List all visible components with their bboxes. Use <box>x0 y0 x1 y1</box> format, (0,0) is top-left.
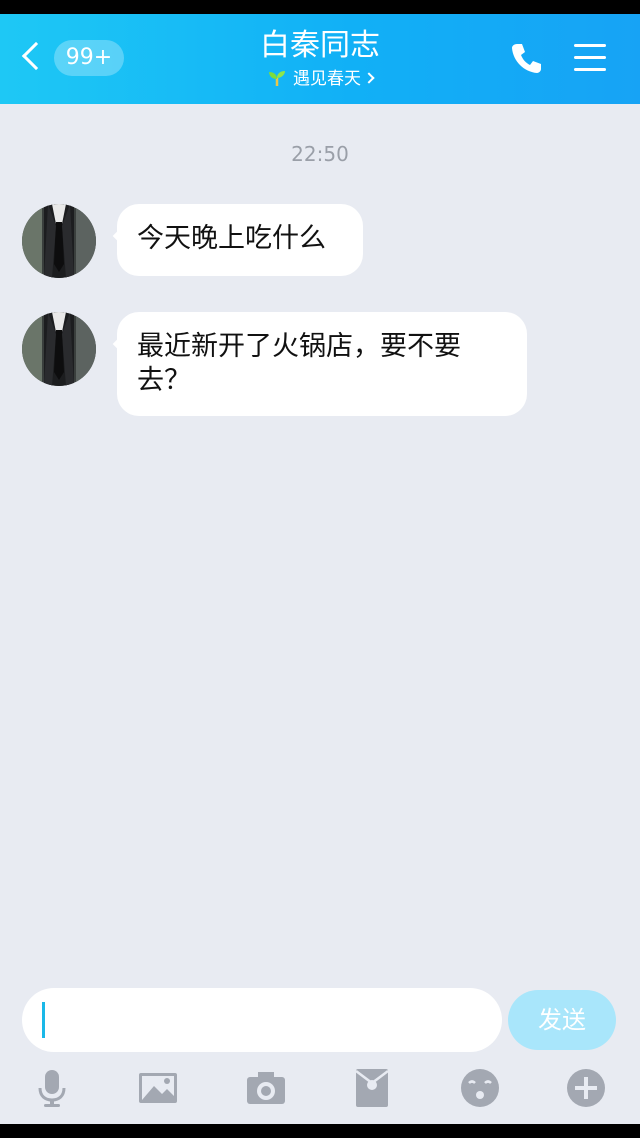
avatar[interactable] <box>22 204 96 278</box>
chat-title[interactable]: 白秦同志 <box>0 28 640 64</box>
avatar-image <box>22 312 96 386</box>
message-input[interactable] <box>22 988 502 1052</box>
photo-album-button[interactable] <box>138 1068 178 1108</box>
sprout-icon <box>269 71 285 86</box>
send-button[interactable]: 发送 <box>508 990 616 1050</box>
avatar[interactable] <box>22 312 96 386</box>
chevron-right-icon <box>363 72 375 84</box>
subtitle-text: 遇见春天 <box>293 69 361 89</box>
message-timestamp: 22:50 <box>291 142 349 166</box>
phone-icon <box>512 44 541 73</box>
menu-line <box>574 56 606 59</box>
emoji-button[interactable] <box>460 1068 500 1108</box>
image-icon <box>139 1073 177 1103</box>
navigation-bar-strip <box>0 1124 640 1138</box>
message-bubble[interactable]: 最近新开了火锅店，要不要去？ <box>117 312 527 416</box>
camera-icon <box>247 1072 285 1104</box>
text-cursor <box>42 1002 45 1038</box>
status-bar-strip <box>0 0 640 14</box>
microphone-icon <box>38 1070 66 1107</box>
menu-line <box>574 68 606 71</box>
emoji-icon <box>461 1069 499 1107</box>
more-button[interactable] <box>566 1068 606 1108</box>
avatar-image <box>22 204 96 278</box>
plus-icon <box>567 1069 605 1107</box>
red-packet-icon <box>355 1069 389 1107</box>
message-bubble[interactable]: 今天晚上吃什么 <box>117 204 363 276</box>
camera-button[interactable] <box>246 1068 286 1108</box>
chat-subtitle[interactable]: 遇见春天 <box>0 68 640 90</box>
menu-line <box>574 44 606 47</box>
red-packet-button[interactable] <box>352 1068 392 1108</box>
input-toolbar <box>0 1064 640 1114</box>
menu-button[interactable] <box>572 40 608 76</box>
chat-header: 99+ 白秦同志 遇见春天 <box>0 14 640 104</box>
phone-call-button[interactable] <box>508 40 544 76</box>
voice-button[interactable] <box>32 1068 72 1108</box>
